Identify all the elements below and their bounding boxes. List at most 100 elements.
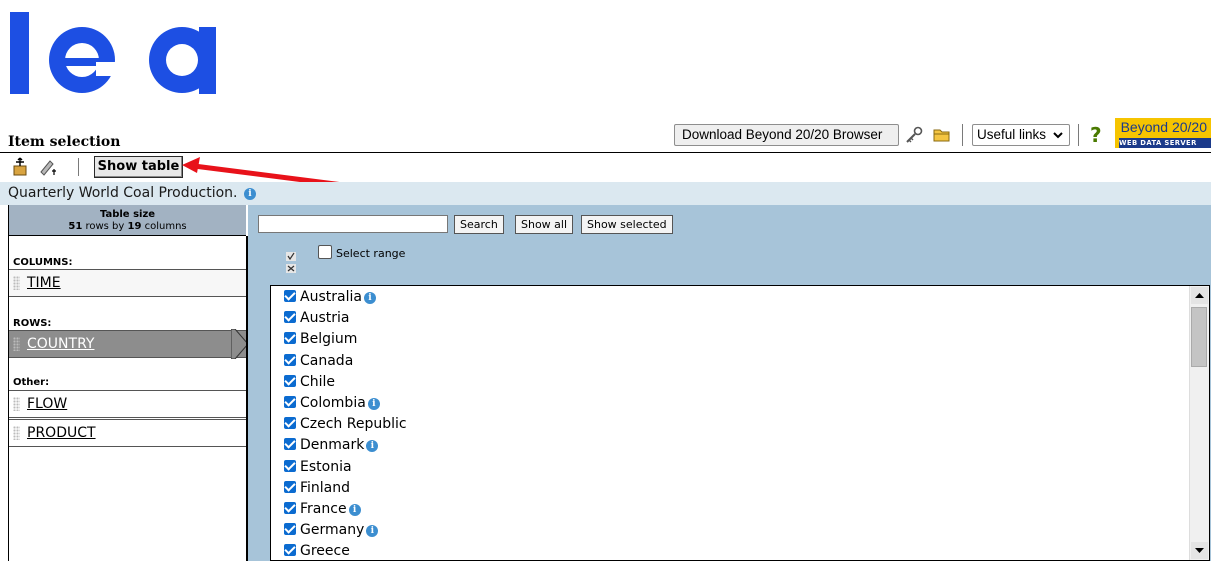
active-row-pointer (231, 329, 249, 359)
search-input[interactable] (258, 215, 448, 233)
useful-links-select[interactable]: Useful links (972, 124, 1070, 146)
toolbar-divider (1078, 124, 1079, 146)
item-checkbox[interactable] (284, 332, 296, 345)
page-title: Item selection (8, 134, 121, 150)
list-item[interactable]: Australia i (284, 287, 376, 308)
select-range-label: Select range (336, 247, 406, 260)
scroll-down-icon[interactable] (1191, 542, 1208, 559)
item-checkbox[interactable] (284, 353, 296, 366)
folder-icon[interactable] (932, 126, 952, 144)
item-label: Australia (300, 289, 362, 305)
drag-handle[interactable] (13, 426, 20, 440)
info-icon[interactable]: i (363, 292, 376, 304)
help-icon[interactable]: ? (1090, 123, 1102, 147)
item-list[interactable]: Australia i Austria Belgium Canada Chile Colom… (270, 285, 1210, 561)
dimension-panel: Table size 51 rows by 19 columns COLUMNS… (8, 205, 249, 561)
item-label: Canada (300, 352, 354, 369)
rows-label: ROWS: (13, 318, 52, 329)
info-icon[interactable]: i (367, 398, 380, 410)
dimension-product-link[interactable]: PRODUCT (27, 425, 96, 441)
iea-logo (10, 12, 216, 94)
list-item[interactable]: France i (284, 499, 361, 520)
brand-subtitle: WEB DATA SERVER (1119, 138, 1211, 148)
list-item[interactable]: Estonia (284, 457, 352, 478)
scrollbar[interactable] (1189, 286, 1209, 560)
select-range-checkbox[interactable] (318, 245, 332, 259)
info-icon[interactable]: i (348, 504, 361, 516)
toolbar-divider (78, 158, 79, 176)
item-checkbox[interactable] (284, 523, 296, 536)
show-table-button[interactable]: Show table (94, 156, 183, 178)
dimension-flow-link[interactable]: FLOW (27, 396, 67, 412)
item-checkbox[interactable] (284, 502, 296, 514)
list-item[interactable]: Czech Republic (284, 414, 407, 435)
item-checkbox[interactable] (284, 459, 296, 472)
item-label: France (300, 501, 347, 517)
item-label: Colombia (300, 395, 366, 411)
table-row-count: 51 (68, 221, 83, 232)
item-label: Estonia (300, 458, 352, 475)
dimension-time-link[interactable]: TIME (27, 275, 61, 291)
list-item[interactable]: Chile (284, 372, 335, 393)
list-item[interactable]: Finland (284, 478, 350, 499)
table-caption-bar: Quarterly World Coal Production. i (0, 182, 1211, 205)
download-browser-button[interactable]: Download Beyond 20/20 Browser (674, 124, 899, 146)
list-item[interactable]: Denmark i (284, 435, 379, 456)
show-all-button[interactable]: Show all (515, 215, 574, 234)
table-column-count: 19 (127, 221, 142, 232)
columns-label: COLUMNS: (13, 257, 73, 268)
item-checkbox[interactable] (284, 396, 296, 408)
beyond-2020-logo: Beyond 20/20 WEB DATA SERVER (1115, 118, 1211, 148)
item-selection-panel: Search Show all Show selected Select ran… (248, 205, 1211, 561)
list-item[interactable]: Greece (284, 541, 350, 560)
list-item[interactable]: Canada (284, 351, 353, 372)
item-label: Denmark (300, 437, 365, 454)
dimension-product[interactable]: PRODUCT (9, 419, 246, 447)
table-size-text: 51 rows by 19 columns (9, 221, 246, 233)
item-checkbox[interactable] (284, 544, 296, 557)
edit-dimension-icon[interactable] (38, 157, 58, 177)
dimension-country[interactable]: COUNTRY (9, 330, 246, 358)
pivot-icon[interactable] (10, 157, 30, 177)
drag-handle[interactable] (13, 337, 20, 351)
other-label: Other: (13, 377, 50, 388)
dimension-flow[interactable]: FLOW (9, 390, 246, 418)
item-label: Chile (300, 373, 336, 390)
key-icon[interactable] (904, 126, 924, 144)
drag-handle[interactable] (13, 397, 20, 411)
brand-title: Beyond 20/20 (1120, 119, 1207, 135)
info-icon[interactable]: i (243, 188, 256, 200)
scroll-thumb[interactable] (1191, 307, 1207, 367)
table-size-heading: Table size (99, 209, 156, 220)
select-all-clear-all-icons[interactable] (286, 250, 296, 276)
item-checkbox[interactable] (284, 311, 296, 324)
dimension-country-link[interactable]: COUNTRY (27, 336, 94, 352)
item-checkbox[interactable] (284, 417, 296, 430)
item-label: Germany (300, 522, 365, 539)
item-label: Austria (300, 310, 350, 327)
search-button[interactable]: Search (454, 215, 504, 234)
table-size-cols-text: columns (141, 221, 187, 232)
drag-handle[interactable] (13, 276, 20, 290)
table-caption: Quarterly World Coal Production. (8, 185, 238, 201)
list-item[interactable]: Germany i (284, 520, 379, 541)
info-icon[interactable]: i (366, 440, 379, 453)
list-item[interactable]: Belgium (284, 329, 357, 350)
list-item[interactable]: Colombia i (284, 393, 380, 414)
table-size-box: Table size 51 rows by 19 columns (9, 205, 246, 236)
item-label: Czech Republic (300, 416, 407, 433)
dimension-time[interactable]: TIME (9, 269, 246, 297)
scroll-up-icon[interactable] (1191, 287, 1208, 304)
item-checkbox[interactable] (284, 480, 296, 493)
table-size-rows-text: rows by (82, 221, 128, 232)
item-checkbox[interactable] (284, 290, 296, 302)
select-range-option[interactable]: Select range (318, 245, 405, 260)
item-label: Belgium (300, 331, 358, 348)
item-label: Greece (300, 543, 350, 560)
item-checkbox[interactable] (284, 374, 296, 387)
header-rule (0, 152, 1211, 153)
info-icon[interactable]: i (366, 525, 379, 538)
list-item[interactable]: Austria (284, 308, 349, 329)
show-selected-button[interactable]: Show selected (581, 215, 673, 234)
item-checkbox[interactable] (284, 438, 296, 451)
